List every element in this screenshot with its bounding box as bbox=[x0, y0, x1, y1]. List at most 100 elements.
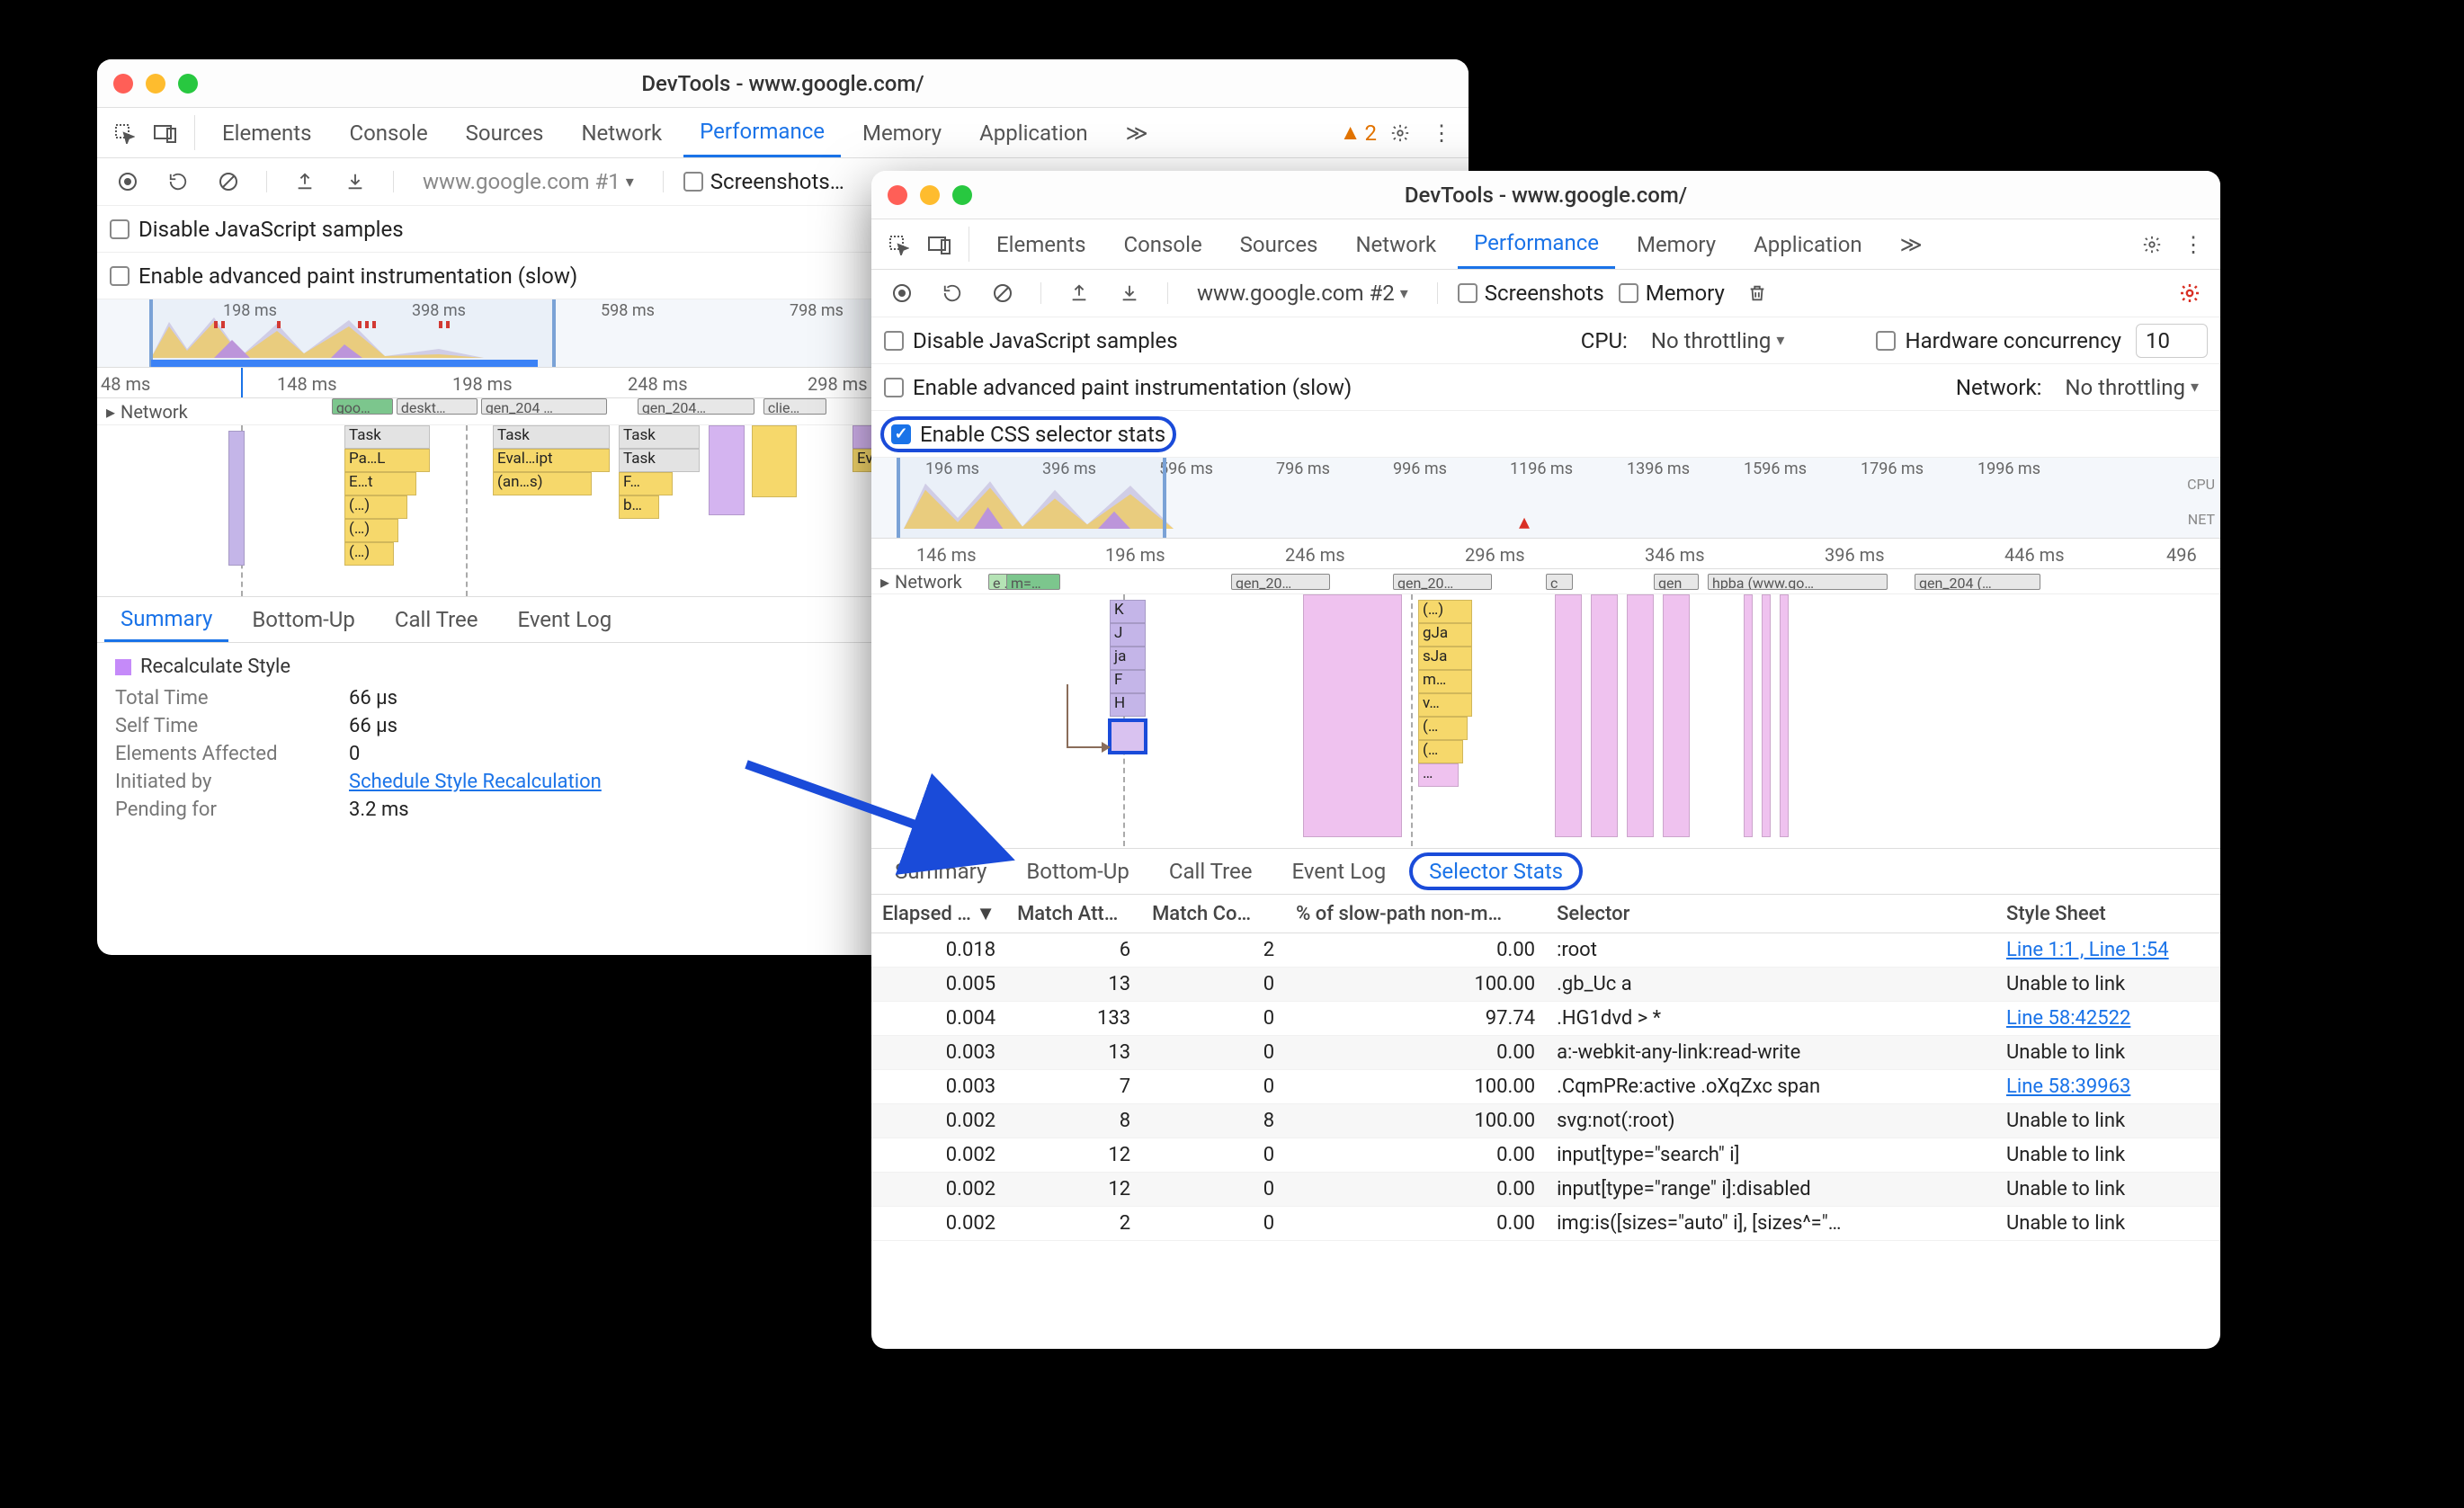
hw-concurrency-checkbox[interactable]: Hardware concurrency bbox=[1876, 328, 2121, 353]
table-row[interactable]: 0.018620.00:rootLine 1:1 , Line 1:54 bbox=[871, 933, 2220, 968]
minimize-icon[interactable] bbox=[146, 74, 165, 94]
network-track-label[interactable]: Network bbox=[895, 571, 962, 593]
record-icon[interactable] bbox=[884, 275, 920, 311]
paint-instrument-checkbox[interactable]: Enable advanced paint instrumentation (s… bbox=[110, 263, 577, 289]
reload-record-icon[interactable] bbox=[160, 164, 196, 200]
col-match-attempts[interactable]: Match Att… bbox=[1006, 895, 1141, 933]
device-toggle-icon[interactable] bbox=[922, 227, 958, 263]
col-match-count[interactable]: Match Co… bbox=[1141, 895, 1285, 933]
hw-concurrency-input[interactable]: 10 bbox=[2136, 324, 2208, 358]
tab-elements[interactable]: Elements bbox=[980, 219, 1102, 269]
table-row[interactable]: 0.00370100.00.CqmPRe:active .oXqZxc span… bbox=[871, 1070, 2220, 1104]
download-icon[interactable] bbox=[1111, 275, 1147, 311]
warnings-badge[interactable]: ▲2 bbox=[1340, 120, 1377, 146]
minimize-icon[interactable] bbox=[920, 185, 940, 205]
tab-application[interactable]: Application bbox=[963, 108, 1104, 157]
tab-performance[interactable]: Performance bbox=[683, 108, 841, 157]
network-throttle-select[interactable]: No throttling bbox=[2056, 371, 2208, 404]
enable-css-selector-stats-checkbox[interactable]: Enable CSS selector stats bbox=[891, 422, 1165, 447]
table-row[interactable]: 0.0021200.00input[type="range" i]:disabl… bbox=[871, 1173, 2220, 1207]
record-icon[interactable] bbox=[110, 164, 146, 200]
clear-icon[interactable] bbox=[210, 164, 246, 200]
close-icon[interactable] bbox=[113, 74, 133, 94]
reload-record-icon[interactable] bbox=[934, 275, 970, 311]
titlebar[interactable]: DevTools - www.google.com/ bbox=[871, 171, 2220, 219]
cpu-throttle-select[interactable]: No throttling bbox=[1642, 325, 1794, 357]
col-slowpath[interactable]: % of slow-path non-m… bbox=[1285, 895, 1546, 933]
tab-performance[interactable]: Performance bbox=[1458, 219, 1615, 269]
zoom-icon[interactable] bbox=[952, 185, 972, 205]
subtab-summary[interactable]: Summary bbox=[879, 849, 1003, 894]
zoom-icon[interactable] bbox=[178, 74, 198, 94]
stylesheet-link[interactable]: Line 58:39963 bbox=[2006, 1075, 2130, 1098]
tab-sources[interactable]: Sources bbox=[1224, 219, 1335, 269]
more-tabs-icon[interactable]: ≫ bbox=[1884, 219, 1939, 269]
titlebar[interactable]: DevTools - www.google.com/ bbox=[97, 59, 1469, 108]
recording-selector[interactable]: www.google.com #1 bbox=[414, 165, 643, 198]
device-toggle-icon[interactable] bbox=[147, 115, 183, 151]
table-row[interactable]: 0.00288100.00svg:not(:root)Unable to lin… bbox=[871, 1104, 2220, 1138]
tab-console[interactable]: Console bbox=[1107, 219, 1218, 269]
tab-network[interactable]: Network bbox=[565, 108, 678, 157]
disable-js-checkbox[interactable]: Disable JavaScript samples bbox=[110, 217, 404, 242]
subtab-summary[interactable]: Summary bbox=[104, 597, 228, 642]
screenshots-checkbox[interactable]: Screenshots… bbox=[683, 169, 844, 194]
subtab-calltree[interactable]: Call Tree bbox=[379, 597, 495, 642]
table-row[interactable]: 0.0031300.00a:-webkit-any-link:read-writ… bbox=[871, 1036, 2220, 1070]
kebab-menu-icon[interactable]: ⋮ bbox=[1424, 115, 1460, 151]
recording-selector[interactable]: www.google.com #2 bbox=[1188, 277, 1417, 309]
paint-instrument-checkbox[interactable]: Enable advanced paint instrumentation (s… bbox=[884, 375, 1352, 400]
clear-icon[interactable] bbox=[985, 275, 1021, 311]
inspect-icon[interactable] bbox=[106, 115, 142, 151]
settings-icon[interactable] bbox=[1382, 115, 1418, 151]
inspect-icon[interactable] bbox=[880, 227, 916, 263]
trash-icon[interactable] bbox=[1739, 275, 1775, 311]
subtab-bottomup[interactable]: Bottom-Up bbox=[236, 597, 371, 642]
main-tabs-bar: Elements Console Sources Network Perform… bbox=[97, 108, 1469, 158]
memory-checkbox[interactable]: Memory bbox=[1619, 281, 1725, 306]
traffic-lights[interactable] bbox=[113, 74, 198, 94]
subtab-eventlog[interactable]: Event Log bbox=[1275, 849, 1402, 894]
table-row[interactable]: 0.0021200.00input[type="search" i]Unable… bbox=[871, 1138, 2220, 1173]
col-stylesheet[interactable]: Style Sheet bbox=[1995, 895, 2220, 933]
settings-icon[interactable] bbox=[2134, 227, 2170, 263]
tab-memory[interactable]: Memory bbox=[1620, 219, 1732, 269]
network-track-label[interactable]: Network bbox=[121, 401, 188, 423]
css-stats-option-highlight: Enable CSS selector stats bbox=[880, 416, 1176, 452]
tab-memory[interactable]: Memory bbox=[846, 108, 958, 157]
tab-sources[interactable]: Sources bbox=[450, 108, 560, 157]
capture-settings-icon[interactable] bbox=[2172, 275, 2208, 311]
table-row[interactable]: 0.004133097.74.HG1dvd > *Line 58:42522 bbox=[871, 1002, 2220, 1036]
stylesheet-link[interactable]: Line 58:42522 bbox=[2006, 1007, 2130, 1030]
upload-icon[interactable] bbox=[287, 164, 323, 200]
screenshots-checkbox[interactable]: Screenshots bbox=[1458, 281, 1604, 306]
overview-selection[interactable] bbox=[897, 458, 1166, 538]
download-icon[interactable] bbox=[337, 164, 373, 200]
subtab-selector-stats[interactable]: Selector Stats bbox=[1413, 859, 1579, 884]
tab-console[interactable]: Console bbox=[333, 108, 443, 157]
perf-options-row-1: Disable JavaScript samples CPU: No throt… bbox=[871, 317, 2220, 364]
upload-icon[interactable] bbox=[1061, 275, 1097, 311]
traffic-lights[interactable] bbox=[888, 185, 972, 205]
stylesheet-link[interactable]: Line 1:1 , Line 1:54 bbox=[2006, 939, 2169, 961]
more-tabs-icon[interactable]: ≫ bbox=[1110, 108, 1165, 157]
subtab-eventlog[interactable]: Event Log bbox=[501, 597, 628, 642]
close-icon[interactable] bbox=[888, 185, 907, 205]
overview-selection[interactable] bbox=[149, 299, 556, 367]
time-ruler[interactable]: 146 ms 196 ms 246 ms 296 ms 346 ms 396 m… bbox=[871, 539, 2220, 569]
table-row[interactable]: 0.005130100.00.gb_Uc aUnable to link bbox=[871, 968, 2220, 1002]
initiated-by-link[interactable]: Schedule Style Recalculation bbox=[349, 771, 602, 793]
timeline-overview[interactable]: 196 ms 396 ms 596 ms 796 ms 996 ms 1196 … bbox=[871, 458, 2220, 539]
disable-js-checkbox[interactable]: Disable JavaScript samples bbox=[884, 328, 1178, 353]
tab-application[interactable]: Application bbox=[1737, 219, 1879, 269]
tab-elements[interactable]: Elements bbox=[206, 108, 327, 157]
subtab-calltree[interactable]: Call Tree bbox=[1153, 849, 1269, 894]
tab-network[interactable]: Network bbox=[1339, 219, 1452, 269]
flamechart[interactable]: ▸Network e .com m=… gen_20… gen_20… c ge… bbox=[871, 569, 2220, 848]
subtab-bottomup[interactable]: Bottom-Up bbox=[1010, 849, 1146, 894]
col-selector[interactable]: Selector bbox=[1546, 895, 1995, 933]
kebab-menu-icon[interactable]: ⋮ bbox=[2175, 227, 2211, 263]
detail-tabs: Summary Bottom-Up Call Tree Event Log Se… bbox=[871, 848, 2220, 895]
table-row[interactable]: 0.002200.00img:is([sizes="auto" i], [siz… bbox=[871, 1207, 2220, 1241]
col-elapsed[interactable]: Elapsed … ▼ bbox=[871, 895, 1006, 933]
